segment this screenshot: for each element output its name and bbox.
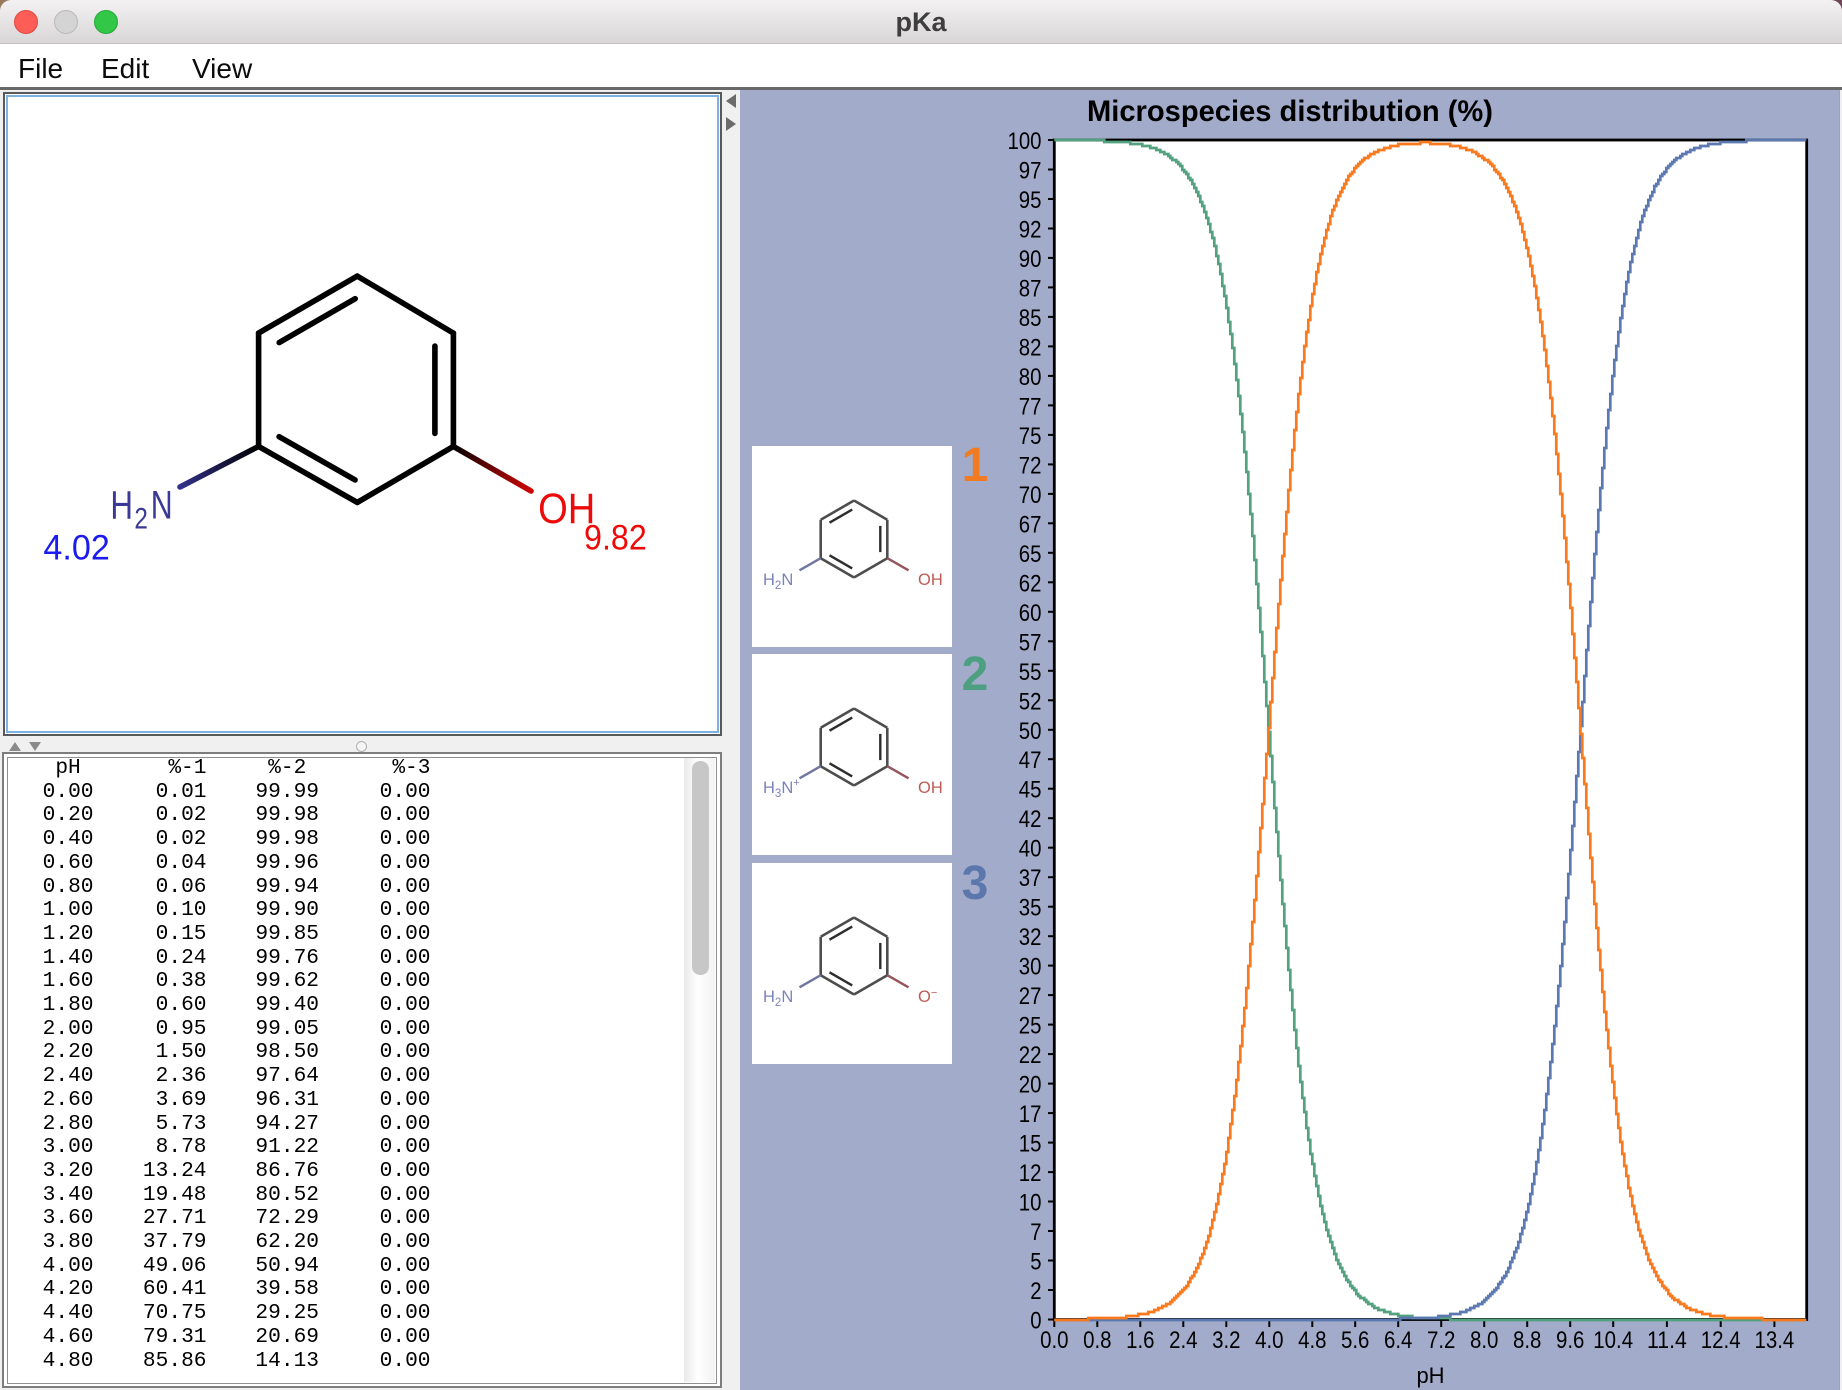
svg-text:8.0: 8.0 bbox=[1470, 1327, 1498, 1354]
svg-text:5: 5 bbox=[1030, 1249, 1041, 1276]
svg-text:90: 90 bbox=[1019, 246, 1042, 273]
svg-text:17: 17 bbox=[1019, 1101, 1042, 1128]
svg-text:pH: pH bbox=[1416, 1363, 1444, 1388]
svg-text:H2N: H2N bbox=[763, 988, 793, 1009]
svg-text:97: 97 bbox=[1019, 158, 1042, 185]
svg-text:45: 45 bbox=[1019, 777, 1042, 804]
svg-text:12: 12 bbox=[1019, 1160, 1042, 1187]
svg-text:22: 22 bbox=[1019, 1042, 1042, 1069]
svg-text:80: 80 bbox=[1019, 364, 1042, 391]
svg-text:12.4: 12.4 bbox=[1701, 1327, 1741, 1354]
svg-text:67: 67 bbox=[1019, 511, 1042, 538]
svg-text:70: 70 bbox=[1019, 482, 1042, 509]
svg-text:3.2: 3.2 bbox=[1212, 1327, 1240, 1354]
svg-text:9.82: 9.82 bbox=[584, 519, 647, 558]
svg-text:50: 50 bbox=[1019, 718, 1042, 745]
svg-text:OH: OH bbox=[918, 571, 943, 589]
svg-text:0.8: 0.8 bbox=[1083, 1327, 1111, 1354]
svg-text:11.4: 11.4 bbox=[1647, 1327, 1687, 1354]
svg-text:82: 82 bbox=[1019, 334, 1042, 361]
svg-text:95: 95 bbox=[1019, 187, 1042, 214]
svg-text:4.02: 4.02 bbox=[43, 529, 109, 568]
svg-text:52: 52 bbox=[1019, 688, 1042, 715]
svg-text:10.4: 10.4 bbox=[1593, 1327, 1633, 1354]
svg-text:13.4: 13.4 bbox=[1755, 1327, 1795, 1354]
svg-text:92: 92 bbox=[1019, 217, 1042, 244]
svg-text:75: 75 bbox=[1019, 423, 1042, 450]
svg-text:2: 2 bbox=[134, 503, 148, 536]
svg-text:57: 57 bbox=[1019, 629, 1042, 656]
svg-text:Microspecies distribution (%): Microspecies distribution (%) bbox=[1087, 95, 1493, 128]
svg-text:60: 60 bbox=[1019, 600, 1042, 627]
svg-text:5.6: 5.6 bbox=[1341, 1327, 1369, 1354]
svg-text:4.0: 4.0 bbox=[1255, 1327, 1283, 1354]
svg-text:87: 87 bbox=[1019, 275, 1042, 302]
svg-text:10: 10 bbox=[1019, 1190, 1042, 1217]
svg-text:27: 27 bbox=[1019, 983, 1042, 1010]
svg-text:OH: OH bbox=[918, 779, 943, 797]
svg-text:40: 40 bbox=[1019, 836, 1042, 863]
svg-text:20: 20 bbox=[1019, 1072, 1042, 1099]
svg-text:6.4: 6.4 bbox=[1384, 1327, 1412, 1354]
svg-text:7: 7 bbox=[1030, 1219, 1041, 1246]
svg-text:2.4: 2.4 bbox=[1169, 1327, 1197, 1354]
svg-text:35: 35 bbox=[1019, 895, 1042, 922]
svg-text:85: 85 bbox=[1019, 305, 1042, 332]
svg-text:62: 62 bbox=[1019, 570, 1042, 597]
svg-text:15: 15 bbox=[1019, 1131, 1042, 1158]
svg-text:32: 32 bbox=[1019, 924, 1042, 951]
svg-text:77: 77 bbox=[1019, 393, 1042, 420]
svg-text:47: 47 bbox=[1019, 747, 1042, 774]
svg-text:30: 30 bbox=[1019, 954, 1042, 981]
svg-text:37: 37 bbox=[1019, 865, 1042, 892]
svg-text:7.2: 7.2 bbox=[1427, 1327, 1455, 1354]
svg-text:H: H bbox=[110, 484, 133, 528]
svg-text:72: 72 bbox=[1019, 452, 1042, 479]
svg-text:42: 42 bbox=[1019, 806, 1042, 833]
svg-text:9.6: 9.6 bbox=[1556, 1327, 1584, 1354]
svg-text:65: 65 bbox=[1019, 541, 1042, 568]
svg-text:O−: O− bbox=[918, 987, 937, 1006]
svg-text:8.8: 8.8 bbox=[1513, 1327, 1541, 1354]
svg-text:100: 100 bbox=[1008, 128, 1042, 155]
svg-text:4.8: 4.8 bbox=[1298, 1327, 1326, 1354]
svg-text:55: 55 bbox=[1019, 659, 1042, 686]
svg-text:H2N: H2N bbox=[763, 571, 793, 592]
svg-text:0.0: 0.0 bbox=[1040, 1327, 1068, 1354]
svg-text:2: 2 bbox=[1030, 1278, 1041, 1305]
svg-text:H3N+: H3N+ bbox=[763, 777, 800, 800]
svg-text:1.6: 1.6 bbox=[1126, 1327, 1154, 1354]
svg-text:N: N bbox=[151, 484, 173, 528]
svg-text:25: 25 bbox=[1019, 1013, 1042, 1040]
